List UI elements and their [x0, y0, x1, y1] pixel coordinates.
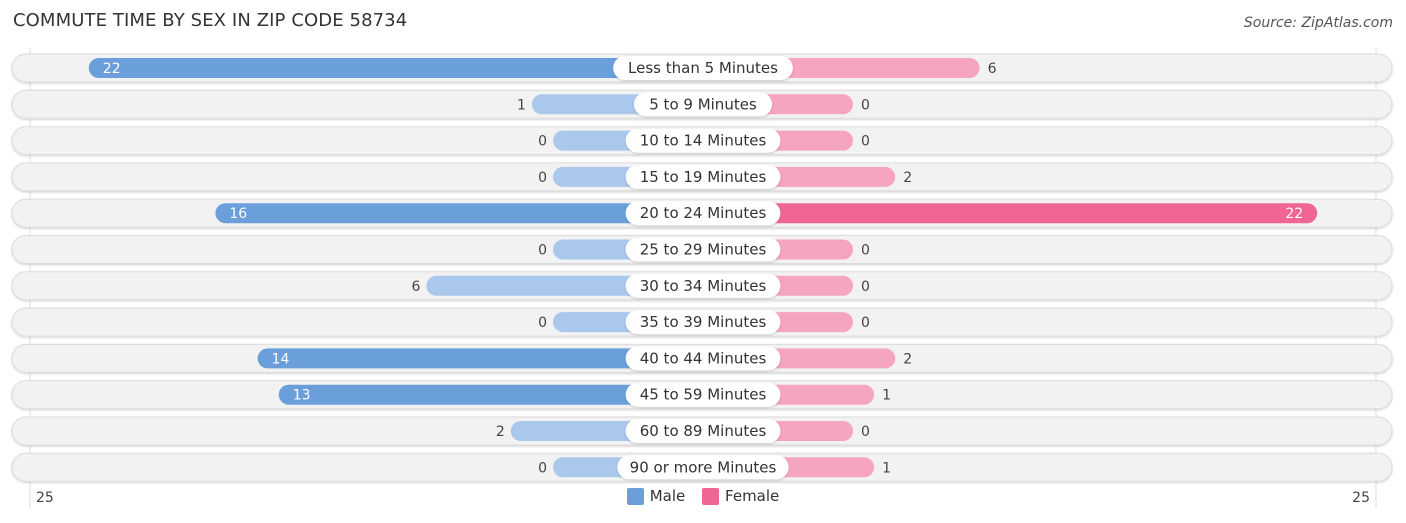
value-label-female: 2: [903, 170, 912, 186]
value-label-male: 2: [496, 424, 505, 440]
value-label-female: 22: [1285, 206, 1303, 222]
value-label-male: 0: [538, 243, 547, 259]
category-label: 45 to 59 Minutes: [640, 386, 767, 404]
bar-female[interactable]: [703, 203, 1318, 224]
category-label: 35 to 39 Minutes: [640, 313, 767, 331]
legend-item-female[interactable]: Female: [702, 487, 779, 505]
chart-area: 22 6Less than 5 Minutes1 05 to 9 Minutes0 0…: [11, 48, 1393, 508]
category-label: 30 to 34 Minutes: [640, 277, 767, 295]
value-label-female: 1: [882, 388, 891, 404]
value-label-female: 1: [882, 460, 891, 476]
value-label-male: 16: [229, 206, 247, 222]
bar-male[interactable]: [88, 58, 704, 78]
value-label-male: 13: [293, 388, 311, 404]
category-label: 25 to 29 Minutes: [640, 241, 767, 259]
legend-label-female: Female: [725, 487, 780, 505]
value-label-male: 1: [517, 97, 526, 113]
legend-swatch-male: [626, 487, 644, 505]
value-label-female: 0: [861, 315, 870, 331]
category-label: Less than 5 Minutes: [628, 59, 778, 77]
value-label-male: 6: [411, 279, 420, 295]
category-label: 20 to 24 Minutes: [640, 204, 767, 222]
value-label-male: 0: [538, 460, 547, 476]
value-label-female: 6: [988, 61, 997, 77]
category-label: 5 to 9 Minutes: [649, 95, 757, 113]
category-label: 90 or more Minutes: [630, 458, 777, 476]
category-label: 10 to 14 Minutes: [640, 132, 767, 150]
value-label-male: 14: [272, 351, 290, 367]
value-label-female: 0: [861, 424, 870, 440]
value-label-female: 2: [903, 351, 912, 367]
value-label-female: 0: [861, 134, 870, 150]
value-label-male: 0: [538, 134, 547, 150]
legend: Male Female: [0, 487, 1406, 509]
value-label-male: 0: [538, 170, 547, 186]
value-label-male: 0: [538, 315, 547, 331]
value-label-female: 0: [861, 279, 870, 295]
legend-item-male[interactable]: Male: [626, 487, 686, 505]
category-label: 15 to 19 Minutes: [640, 168, 767, 186]
legend-swatch-female: [702, 487, 720, 505]
value-label-female: 0: [861, 243, 870, 259]
value-label-female: 0: [861, 97, 870, 113]
legend-label-male: Male: [649, 487, 686, 505]
category-label: 60 to 89 Minutes: [640, 422, 767, 440]
category-label: 40 to 44 Minutes: [640, 349, 767, 367]
value-label-male: 22: [103, 61, 121, 77]
